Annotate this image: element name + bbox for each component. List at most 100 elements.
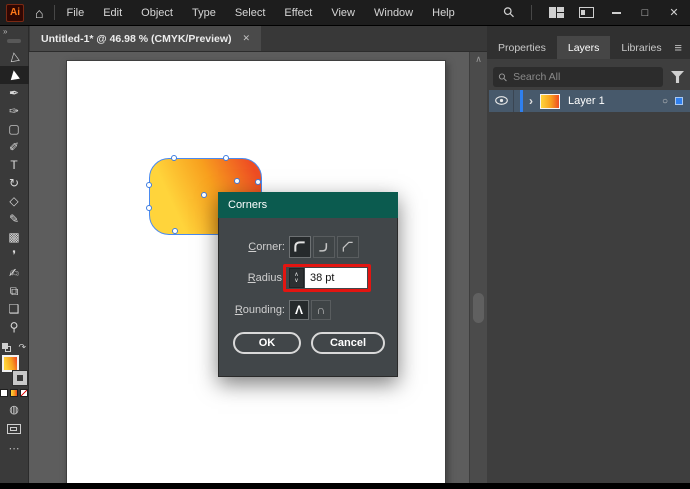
anchor-point[interactable] [146,205,152,211]
screen-mode-icon[interactable] [7,424,21,434]
corner-inverted-round-button[interactable] [313,236,335,258]
fill-swatch[interactable] [2,355,19,372]
shaper-tool[interactable]: ✎ [0,210,29,228]
draw-mode-icon[interactable]: ◍ [9,404,19,416]
radius-label: Radius: [223,272,285,284]
none-swatch[interactable] [20,389,28,397]
hand-tool[interactable]: ✍ [0,264,29,282]
menubar-divider [531,5,532,20]
artboard-tool[interactable]: ❑ [0,300,29,318]
inverted-round-corner-icon [317,240,331,254]
anchor-point[interactable] [172,228,178,234]
corner-widget[interactable] [201,192,207,198]
anchor-point[interactable] [255,179,261,185]
layer-selection-indicator[interactable] [675,97,683,105]
selection-tool-icon: ▷ [4,51,23,63]
radius-stepper[interactable]: ∧ ∨ [289,268,304,288]
color-swatch[interactable] [0,389,8,397]
gradient-swatch[interactable] [10,389,18,397]
dialog-buttons: OK Cancel [223,332,393,354]
visibility-eye-icon[interactable] [489,92,513,110]
eyedropper-tool-icon: ❜ [12,248,16,262]
toolbar-collapse-icon[interactable]: » [0,26,7,37]
curvature-tool-icon: ✑ [9,104,19,118]
menu-edit[interactable]: Edit [103,7,122,19]
menu-type[interactable]: Type [192,7,216,19]
workspace-switcher-icon[interactable] [549,7,564,18]
illustrator-window: Ai ⌂ File Edit Object Type Select Effect… [0,0,690,489]
rounding-absolute-button[interactable]: Λ [289,300,309,320]
menu-effect[interactable]: Effect [284,7,312,19]
anchor-point[interactable] [171,155,177,161]
menu-object[interactable]: Object [141,7,173,19]
curvature-tool[interactable]: ✑ [0,102,29,120]
filter-icon[interactable] [671,71,684,83]
bottom-strip [0,483,690,489]
anchor-point[interactable] [223,155,229,161]
menu-view[interactable]: View [331,7,355,19]
swap-colors-icon[interactable]: ↷ [18,343,26,352]
rotate-tool[interactable]: ↻ [0,174,29,192]
direct-selection-tool-icon: ▶ [4,69,23,81]
search-icon: ⚲ [496,70,511,85]
cancel-button[interactable]: Cancel [311,332,385,354]
rounding-relative-button[interactable]: ∩ [311,300,331,320]
layers-panel: ⚲ › Layer 1 ○ [487,59,690,483]
direct-selection-tool[interactable]: ▶ [0,66,29,84]
layer-name[interactable]: Layer 1 [568,95,605,107]
menu-window[interactable]: Window [374,7,413,19]
gradient-tool[interactable]: ▩ [0,228,29,246]
layer-row[interactable]: › Layer 1 ○ [489,90,690,112]
paintbrush-tool[interactable]: ✐ [0,138,29,156]
menu-select[interactable]: Select [235,7,266,19]
corner-round-button[interactable] [289,236,311,258]
vertical-scrollbar[interactable]: ∧ [469,52,487,483]
tab-libraries[interactable]: Libraries [610,36,672,59]
illustrator-logo[interactable]: Ai [6,4,24,22]
type-tool-icon: T [10,158,17,172]
arrange-documents-icon[interactable] [579,7,594,18]
stroke-swatch[interactable] [13,371,27,385]
layer-target-icon[interactable]: ○ [662,96,668,107]
pen-tool[interactable]: ✒ [0,84,29,102]
tab-properties[interactable]: Properties [487,36,557,59]
layers-search-row: ⚲ [493,67,684,87]
menu-file[interactable]: File [66,7,84,19]
document-area: Untitled-1* @ 46.98 % (CMYK/Preview) ✕ C… [29,26,487,483]
minimize-button[interactable] [609,7,623,19]
panel-tabs: Properties Layers Libraries ≡ [487,36,690,59]
eyedropper-tool[interactable]: ❜ [0,246,29,264]
stepper-down-icon[interactable]: ∨ [294,278,298,284]
panel-menu-icon[interactable]: ≡ [674,40,690,55]
layers-search-input[interactable] [513,71,657,83]
home-icon[interactable]: ⌂ [35,5,43,21]
search-icon[interactable]: ⚲ [499,3,518,22]
scroll-up-icon[interactable]: ∧ [470,54,487,65]
eraser-tool[interactable]: ◇ [0,192,29,210]
layer-expand-icon[interactable]: › [529,94,533,108]
ok-button[interactable]: OK [233,332,301,354]
corner-chamfer-button[interactable] [337,236,359,258]
maximize-button[interactable]: □ [638,7,652,19]
close-button[interactable]: ✕ [667,6,681,19]
tab-layers[interactable]: Layers [557,36,611,59]
anchor-point[interactable] [234,178,240,184]
document-tab-close-icon[interactable]: ✕ [243,33,251,44]
rectangle-tool[interactable]: ▢ [0,120,29,138]
dialog-title[interactable]: Corners [218,192,398,218]
default-colors-icon[interactable] [2,343,11,352]
anchor-point[interactable] [146,182,152,188]
document-tab[interactable]: Untitled-1* @ 46.98 % (CMYK/Preview) ✕ [30,26,261,51]
toolbar-grip[interactable] [7,39,21,43]
layer-thumbnail[interactable] [540,94,560,109]
layers-search-box[interactable]: ⚲ [493,67,663,87]
type-tool[interactable]: T [0,156,29,174]
radius-input[interactable] [305,268,367,288]
menu-help[interactable]: Help [432,7,455,19]
zoom-tool[interactable]: ⚲ [0,318,29,336]
hand-tool-icon: ✍ [9,266,19,280]
scrollbar-thumb[interactable] [473,293,484,323]
edit-toolbar-icon[interactable]: ⋯ [9,442,20,455]
shape-builder-tool[interactable]: ⧉ [0,282,29,300]
selection-tool[interactable]: ▷ [0,48,29,66]
